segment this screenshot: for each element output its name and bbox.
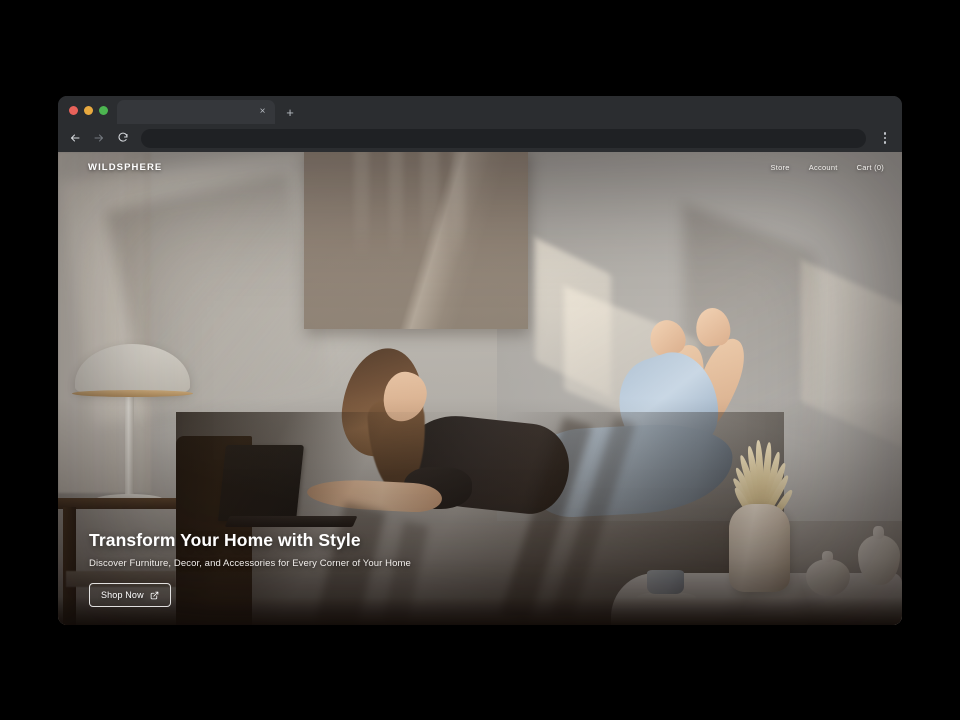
nav-link-account[interactable]: Account (809, 163, 838, 172)
zoom-window-button[interactable] (99, 105, 108, 115)
new-tab-button[interactable]: + (279, 100, 301, 124)
site-nav: Store Account Cart (0) (771, 163, 884, 172)
shop-now-button[interactable]: Shop Now (89, 583, 171, 607)
nav-link-cart[interactable]: Cart (0) (857, 163, 884, 172)
arrow-right-icon (94, 134, 103, 142)
hero-subtitle: Discover Furniture, Decor, and Accessori… (89, 558, 411, 569)
external-link-icon (150, 591, 159, 599)
site-logo[interactable]: WILDSPHERE (88, 162, 162, 173)
screen-background: × + WILDSPHERE Store Account Cart (0) Tr… (0, 0, 960, 720)
browser-tab[interactable]: × (117, 100, 275, 124)
ceramic-vase-tall (728, 504, 790, 592)
arrow-left-icon (70, 134, 79, 142)
shop-now-label: Shop Now (101, 590, 144, 600)
reload-button[interactable] (112, 128, 133, 149)
ceramic-vase-round (805, 550, 850, 596)
back-button[interactable] (64, 128, 85, 149)
nav-link-store[interactable]: Store (771, 163, 790, 172)
window-traffic-lights (66, 96, 117, 124)
browser-tab-strip: × + (58, 96, 902, 124)
close-window-button[interactable] (69, 105, 78, 115)
site-header: WILDSPHERE Store Account Cart (0) (58, 152, 902, 182)
kebab-menu-icon-dot (883, 141, 887, 144)
address-bar[interactable] (141, 128, 866, 148)
page-viewport: WILDSPHERE Store Account Cart (0) Transf… (58, 152, 902, 625)
foot (694, 306, 732, 348)
kebab-menu-icon-dot (883, 132, 887, 135)
reload-icon (118, 132, 127, 142)
browser-menu-button[interactable] (876, 128, 894, 149)
browser-toolbar (58, 124, 902, 152)
close-tab-icon[interactable]: × (256, 106, 269, 119)
pampas-grass (687, 398, 830, 527)
forward-button[interactable] (88, 128, 109, 149)
hero-copy: Transform Your Home with Style Discover … (89, 530, 411, 607)
hero-title: Transform Your Home with Style (89, 530, 361, 550)
minimize-window-button[interactable] (84, 105, 93, 115)
browser-window: × + WILDSPHERE Store Account Cart (0) Tr… (58, 96, 902, 625)
kebab-menu-icon-dot (883, 136, 887, 140)
coffee-cup (647, 569, 685, 595)
